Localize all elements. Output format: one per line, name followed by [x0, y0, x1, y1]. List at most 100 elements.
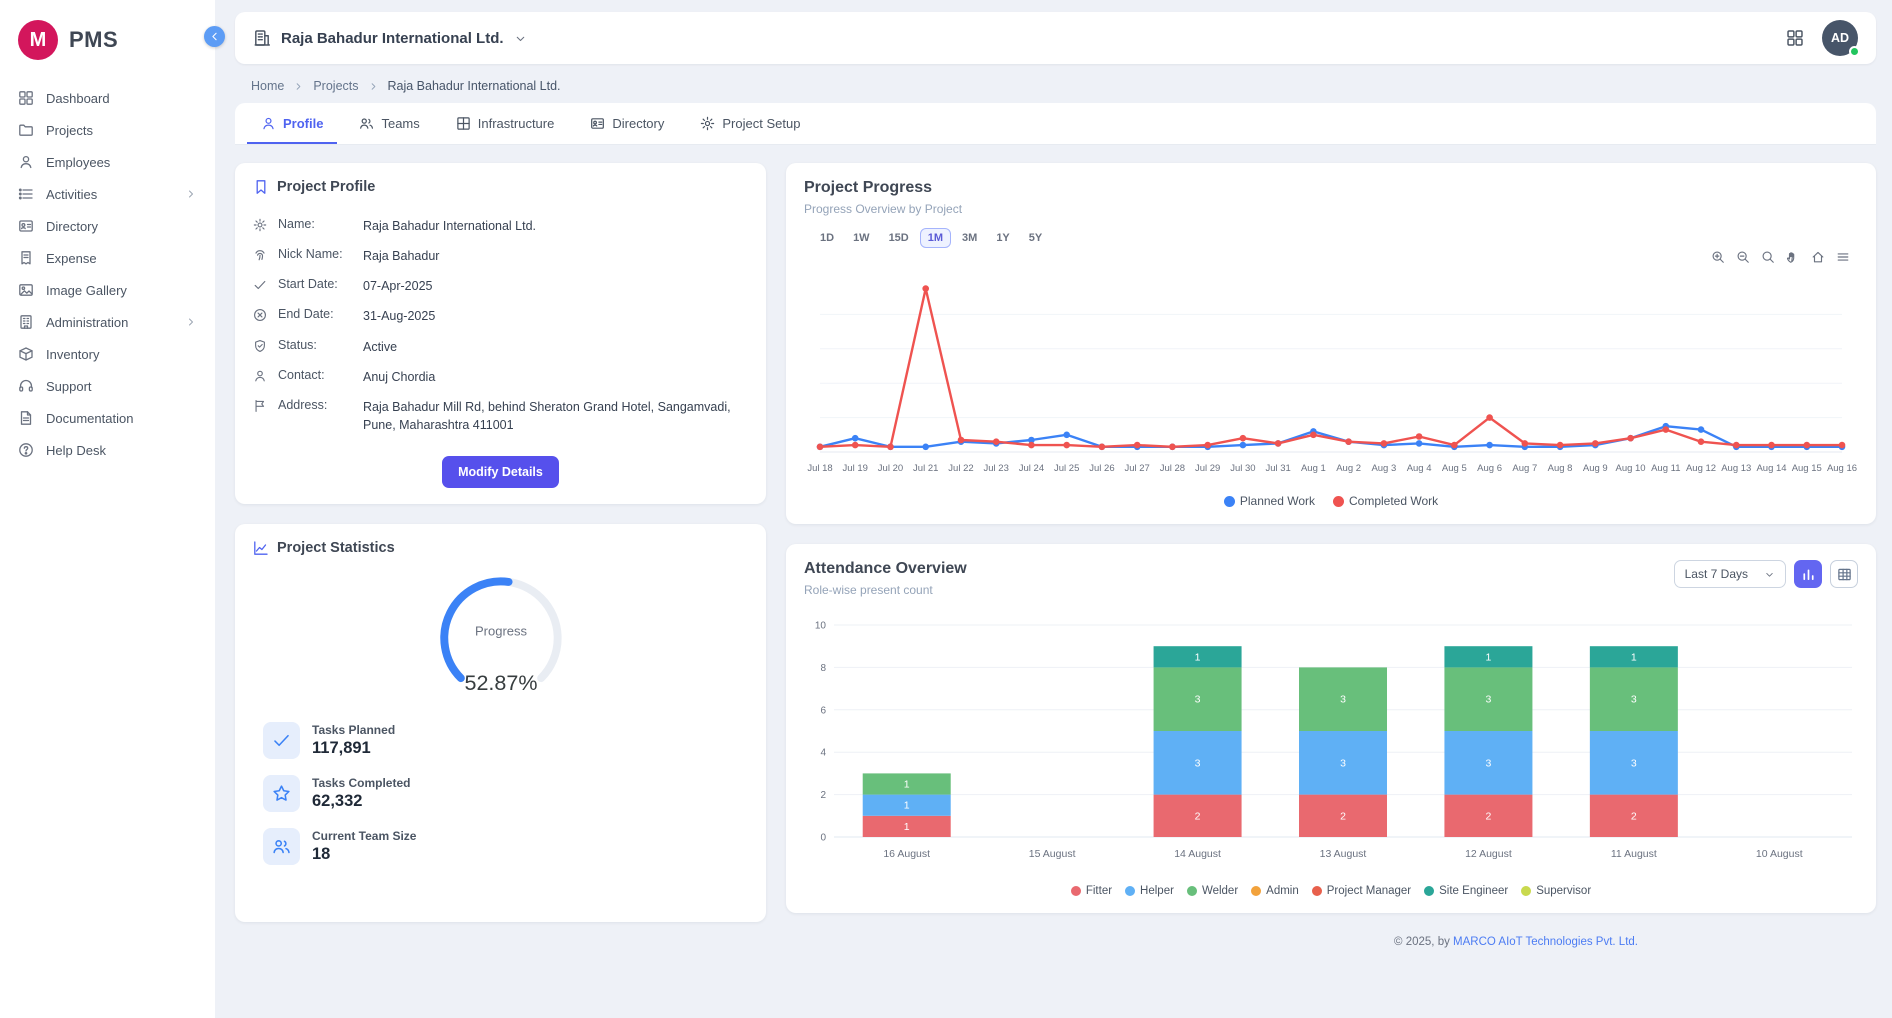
legend-item[interactable]: Supervisor: [1521, 885, 1591, 897]
sidebar-item-documentation[interactable]: Documentation: [0, 402, 215, 434]
card-subtitle: Progress Overview by Project: [804, 202, 1858, 216]
sidebar-item-activities[interactable]: Activities: [0, 178, 215, 210]
zoom-out-icon[interactable]: [1736, 250, 1750, 264]
legend-marker: [1224, 496, 1235, 507]
date-filter-select[interactable]: Last 7 Days: [1674, 560, 1786, 588]
svg-text:Aug 7: Aug 7: [1512, 463, 1537, 474]
chevron-right-icon: [185, 188, 197, 200]
help-icon: [18, 442, 34, 458]
svg-text:11 August: 11 August: [1611, 848, 1657, 860]
svg-text:Jul 20: Jul 20: [878, 463, 903, 474]
project-statistics-card: Project Statistics Progress 52.87%: [235, 524, 766, 922]
main-content: Raja Bahadur International Ltd. AD Home …: [215, 0, 1892, 1018]
row-value: Active: [363, 338, 748, 356]
app-name: PMS: [69, 27, 118, 53]
svg-text:6: 6: [820, 705, 826, 716]
sidebar-item-employees[interactable]: Employees: [0, 146, 215, 178]
project-progress-chart[interactable]: Jul 18Jul 19Jul 20Jul 21Jul 22Jul 23Jul …: [804, 266, 1858, 488]
selection-zoom-icon[interactable]: [1761, 250, 1775, 264]
svg-text:1: 1: [904, 800, 910, 812]
sidebar-item-administration[interactable]: Administration: [0, 306, 215, 338]
x-circle-icon: [253, 308, 267, 322]
gauge-label: Progress: [474, 624, 527, 639]
sidebar-item-label: Image Gallery: [46, 283, 127, 298]
breadcrumb-projects[interactable]: Projects: [313, 79, 358, 93]
legend-item[interactable]: Welder: [1187, 885, 1238, 897]
svg-text:Aug 10: Aug 10: [1615, 463, 1645, 474]
breadcrumb-home[interactable]: Home: [251, 79, 284, 93]
card-subtitle: Role-wise present count: [804, 583, 967, 597]
svg-text:Jul 22: Jul 22: [948, 463, 973, 474]
user-avatar[interactable]: AD: [1822, 20, 1858, 56]
tab-label: Teams: [381, 116, 419, 131]
attendance-chart[interactable]: 024681016 August11115 August14 August233…: [804, 607, 1858, 879]
sidebar-item-help-desk[interactable]: Help Desk: [0, 434, 215, 466]
tab-project-setup[interactable]: Project Setup: [686, 103, 814, 144]
team-icon: [263, 828, 300, 865]
range-1w-button[interactable]: 1W: [845, 228, 878, 248]
sidebar-item-image-gallery[interactable]: Image Gallery: [0, 274, 215, 306]
modify-details-button[interactable]: Modify Details: [442, 456, 559, 488]
company-selector[interactable]: Raja Bahadur International Ltd.: [253, 29, 527, 47]
bookmark-icon: [253, 179, 269, 195]
card-title: Project Profile: [277, 179, 375, 195]
range-3m-button[interactable]: 3M: [954, 228, 985, 248]
legend-item[interactable]: Fitter: [1071, 885, 1112, 897]
chevron-right-icon: [293, 81, 304, 92]
sidebar-item-label: Projects: [46, 123, 93, 138]
sidebar-collapse-button[interactable]: [204, 26, 225, 47]
reset-zoom-icon[interactable]: [1811, 250, 1825, 264]
pan-icon[interactable]: [1786, 250, 1800, 264]
sidebar-item-expense[interactable]: Expense: [0, 242, 215, 274]
sidebar-item-directory[interactable]: Directory: [0, 210, 215, 242]
svg-text:Aug 1: Aug 1: [1301, 463, 1326, 474]
zoom-in-icon[interactable]: [1711, 250, 1725, 264]
sidebar: M PMS Dashboard Projects Employees Activ…: [0, 0, 215, 1018]
breadcrumb: Home Projects Raja Bahadur International…: [235, 64, 1876, 103]
sidebar-item-projects[interactable]: Projects: [0, 114, 215, 146]
tab-label: Infrastructure: [478, 116, 555, 131]
legend-item[interactable]: Project Manager: [1312, 885, 1411, 897]
stat-label: Current Team Size: [312, 829, 416, 843]
legend-item[interactable]: Admin: [1251, 885, 1299, 897]
legend-item[interactable]: Completed Work: [1333, 494, 1438, 508]
sidebar-item-dashboard[interactable]: Dashboard: [0, 82, 215, 114]
shield-icon: [253, 339, 267, 353]
legend-item[interactable]: Helper: [1125, 885, 1174, 897]
range-1m-button[interactable]: 1M: [920, 228, 951, 248]
range-1y-button[interactable]: 1Y: [988, 228, 1017, 248]
sidebar-item-label: Inventory: [46, 347, 99, 362]
legend-item[interactable]: Site Engineer: [1424, 885, 1508, 897]
apps-grid-icon[interactable]: [1786, 29, 1804, 47]
check-icon: [253, 278, 267, 292]
svg-text:12 August: 12 August: [1465, 848, 1512, 860]
legend-item[interactable]: Planned Work: [1224, 494, 1315, 508]
brand[interactable]: M PMS: [0, 12, 215, 82]
person-icon: [261, 116, 276, 131]
card-title: Attendance Overview: [804, 560, 967, 578]
legend-marker: [1312, 886, 1322, 896]
svg-text:Jul 30: Jul 30: [1230, 463, 1255, 474]
sidebar-item-inventory[interactable]: Inventory: [0, 338, 215, 370]
range-15d-button[interactable]: 15D: [881, 228, 917, 248]
svg-text:Aug 3: Aug 3: [1371, 463, 1396, 474]
sidebar-item-support[interactable]: Support: [0, 370, 215, 402]
chevron-right-icon: [368, 81, 379, 92]
tab-teams[interactable]: Teams: [345, 103, 433, 144]
range-5y-button[interactable]: 5Y: [1021, 228, 1050, 248]
attendance-overview-card: Attendance Overview Role-wise present co…: [786, 544, 1876, 913]
chart-menu-icon[interactable]: [1836, 250, 1850, 264]
tab-profile[interactable]: Profile: [247, 103, 337, 144]
company-link[interactable]: MARCO AIoT Technologies Pvt. Ltd.: [1453, 936, 1638, 948]
profile-row-name: Name: Raja Bahadur International Ltd.: [253, 211, 748, 241]
tab-directory[interactable]: Directory: [576, 103, 678, 144]
range-1d-button[interactable]: 1D: [812, 228, 842, 248]
table-view-button[interactable]: [1830, 560, 1858, 588]
id-card-icon: [18, 218, 34, 234]
svg-text:1: 1: [1486, 651, 1492, 663]
bar-view-button[interactable]: [1794, 560, 1822, 588]
stat-value: 62,332: [312, 792, 410, 811]
line-chart-icon: [253, 540, 269, 556]
tab-infrastructure[interactable]: Infrastructure: [442, 103, 569, 144]
flag-icon: [253, 399, 267, 413]
